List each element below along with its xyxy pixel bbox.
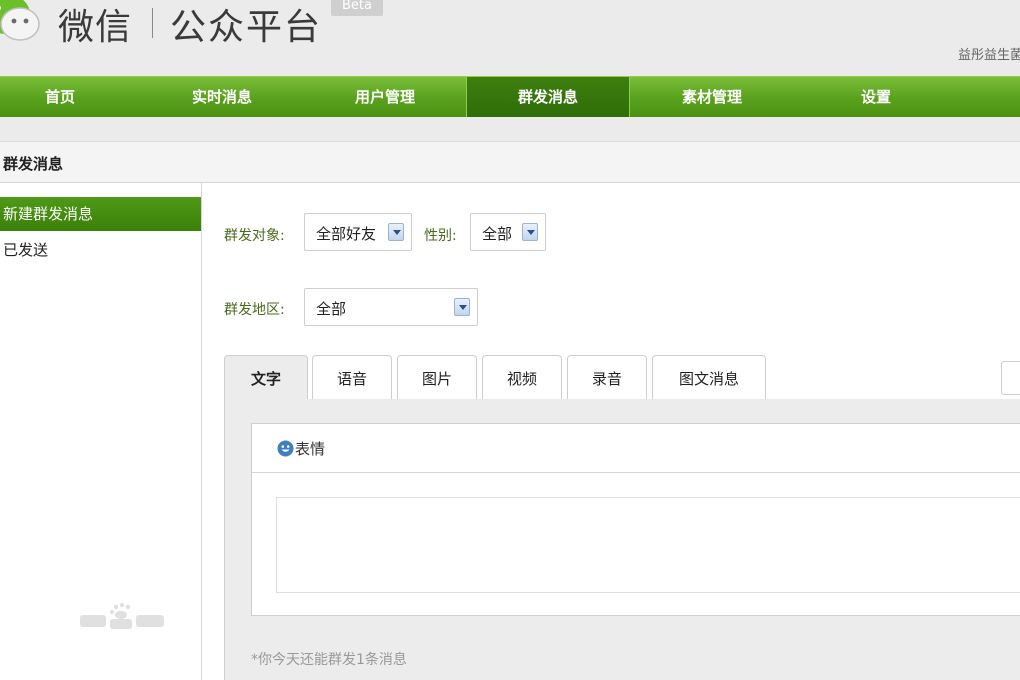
- nav-home[interactable]: 首页: [0, 77, 120, 117]
- gender-select-value: 全部: [482, 225, 513, 243]
- tab-side-button[interactable]: [1001, 361, 1020, 395]
- baidu-watermark-icon: [80, 602, 164, 629]
- top-nav: 首页 实时消息 用户管理 群发消息 素材管理 设置: [0, 76, 1020, 117]
- sidebar: 新建群发消息 已发送: [0, 183, 202, 680]
- smiley-icon: [277, 440, 294, 457]
- editor-area: 表情 *你今天还能群发1条消息: [224, 399, 1020, 680]
- chevron-down-icon: [388, 223, 404, 241]
- nav-realtime-messages[interactable]: 实时消息: [142, 77, 302, 117]
- target-select[interactable]: 全部好友: [304, 213, 412, 251]
- page-title: 群发消息: [3, 155, 64, 173]
- nav-user-management[interactable]: 用户管理: [305, 77, 465, 117]
- chevron-down-icon: [454, 298, 470, 316]
- gender-label: 性别:: [424, 228, 457, 244]
- brand-subtitle: 公众平台: [170, 7, 323, 48]
- nav-settings[interactable]: 设置: [795, 77, 957, 117]
- region-label: 群发地区:: [224, 302, 285, 318]
- gender-select[interactable]: 全部: [470, 213, 546, 251]
- sidebar-item-sent[interactable]: 已发送: [0, 233, 201, 267]
- target-label: 群发对象:: [224, 228, 285, 244]
- tab-voice[interactable]: 语音: [312, 355, 392, 401]
- sidebar-item-new-mass-message[interactable]: 新建群发消息: [0, 197, 201, 231]
- editor-box: 表情: [251, 423, 1020, 616]
- region-select[interactable]: 全部: [304, 288, 478, 326]
- tab-video[interactable]: 视频: [482, 355, 562, 401]
- brand-title: 微信: [58, 7, 133, 48]
- editor-toolbar: 表情: [252, 424, 1020, 473]
- nav-mass-message[interactable]: 群发消息: [466, 77, 630, 117]
- remaining-quota-hint: *你今天还能群发1条消息: [251, 652, 407, 668]
- tab-rich-media[interactable]: 图文消息: [652, 355, 766, 401]
- header: 微信 公众平台 Beta 益彤益生菌: [0, 0, 1020, 76]
- message-textarea[interactable]: [276, 497, 1020, 593]
- emoji-button[interactable]: 表情: [277, 438, 325, 460]
- brand-divider: [152, 8, 153, 38]
- chevron-down-icon: [522, 223, 538, 241]
- tab-image[interactable]: 图片: [397, 355, 477, 401]
- wechat-logo-icon: [0, 0, 40, 41]
- tab-recording[interactable]: 录音: [567, 355, 647, 401]
- emoji-button-label: 表情: [295, 440, 326, 458]
- tab-text[interactable]: 文字: [224, 355, 308, 401]
- nav-material-management[interactable]: 素材管理: [631, 77, 793, 117]
- account-name[interactable]: 益彤益生菌: [958, 44, 1020, 63]
- message-type-tabs: 文字 语音 图片 视频 录音 图文消息: [224, 355, 1020, 401]
- main-content: 群发对象: 全部好友 性别: 全部 群发地区: 全部 文字 语音 图片 视频 录…: [202, 183, 1020, 680]
- beta-badge: Beta: [331, 0, 383, 16]
- region-select-value: 全部: [316, 300, 347, 318]
- page-title-bar: 群发消息: [0, 141, 1020, 183]
- target-select-value: 全部好友: [316, 225, 377, 243]
